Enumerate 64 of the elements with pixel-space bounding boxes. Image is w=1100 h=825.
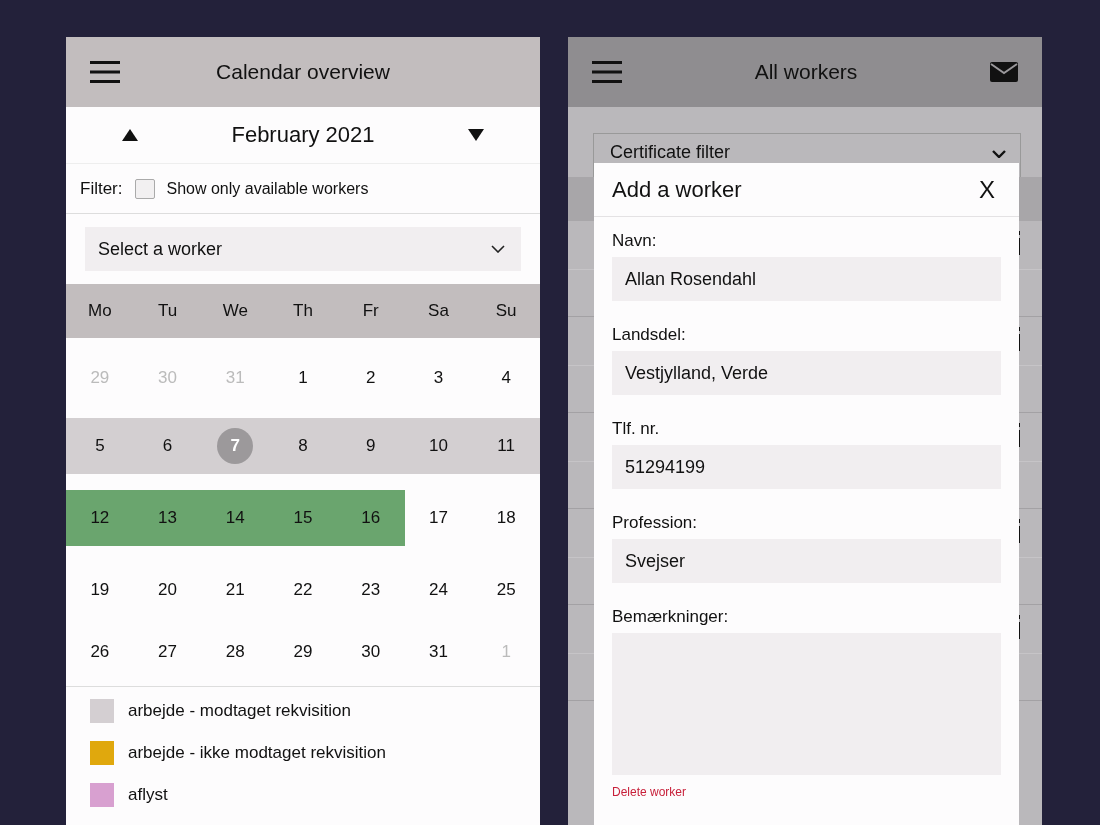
calendar-day[interactable]: 23 xyxy=(336,562,405,618)
calendar-day[interactable]: 11 xyxy=(472,418,540,474)
calendar-day[interactable]: 1 xyxy=(269,338,337,418)
legend-label: arbejde - modtaget rekvisition xyxy=(128,701,351,721)
calendar-day[interactable]: 13 xyxy=(133,490,202,546)
calendar-day[interactable]: 12 xyxy=(66,490,134,546)
calendar-day[interactable]: 5 xyxy=(66,418,134,474)
chevron-down-icon xyxy=(992,150,1006,158)
calendar-day[interactable]: 20 xyxy=(133,562,202,618)
calendar-day[interactable]: 15 xyxy=(269,490,337,546)
calendar-day[interactable]: 6 xyxy=(133,418,202,474)
mail-icon[interactable] xyxy=(990,62,1018,82)
input-field[interactable]: Vestjylland, Verde xyxy=(612,351,1001,395)
calendar-day[interactable]: 4 xyxy=(472,338,540,418)
calendar-day[interactable]: 29 xyxy=(269,618,337,686)
calendar-day[interactable]: 31 xyxy=(404,618,473,686)
calendar-day[interactable]: 2 xyxy=(336,338,405,418)
filter-label: Filter: xyxy=(80,178,123,199)
weekday-label: Tu xyxy=(156,301,179,321)
calendar-day[interactable]: 8 xyxy=(269,418,337,474)
calendar-day[interactable]: 27 xyxy=(133,618,202,686)
field-label: Landsdel: xyxy=(612,325,687,345)
field-label: Navn: xyxy=(612,231,658,251)
weekday-label: We xyxy=(221,301,249,321)
calendar-day[interactable]: 10 xyxy=(404,418,473,474)
calendar-day[interactable]: 18 xyxy=(472,490,540,546)
calendar-day[interactable]: 19 xyxy=(66,562,134,618)
menu-icon[interactable] xyxy=(592,61,622,83)
field-label: Bemærkninger: xyxy=(612,607,730,627)
calendar-day[interactable]: 25 xyxy=(472,562,540,618)
calendar-day[interactable]: 24 xyxy=(404,562,473,618)
calendar-day[interactable]: 16 xyxy=(336,490,405,546)
calendar-day[interactable]: 3 xyxy=(404,338,473,418)
previous-month-icon[interactable] xyxy=(122,129,138,141)
next-month-icon[interactable] xyxy=(468,129,484,141)
calendar-day[interactable]: 9 xyxy=(336,418,405,474)
weekday-label: Mo xyxy=(87,301,113,321)
input-field[interactable]: Allan Rosendahl xyxy=(612,257,1001,301)
screen-title: All workers xyxy=(753,60,859,84)
weekday-label: Sa xyxy=(427,301,450,321)
weekday-label: Su xyxy=(494,301,518,321)
month-title: February 2021 xyxy=(231,122,375,148)
chevron-down-icon xyxy=(491,245,505,253)
calendar-day[interactable]: 21 xyxy=(201,562,270,618)
field-label: Profession: xyxy=(612,513,699,533)
available-checkbox[interactable] xyxy=(134,178,155,199)
screen-title: Calendar overview xyxy=(215,60,391,84)
input-field[interactable]: Svejser xyxy=(612,539,1001,583)
checkbox-label: Show only available workers xyxy=(166,179,369,198)
calendar-day[interactable]: 22 xyxy=(269,562,337,618)
delete-link[interactable]: Delete worker xyxy=(612,785,687,799)
weekday-label: Th xyxy=(292,301,314,321)
calendar-day[interactable]: 17 xyxy=(404,490,473,546)
weekday-label: Fr xyxy=(361,301,380,321)
calendar-day[interactable]: 14 xyxy=(201,490,270,546)
legend-label: aflyst xyxy=(128,785,168,805)
worker-select[interactable]: Select a worker xyxy=(85,227,521,271)
calendar-day[interactable]: 26 xyxy=(66,618,134,686)
field-label: Tlf. nr. xyxy=(612,419,661,439)
menu-icon[interactable] xyxy=(90,61,120,83)
input-field[interactable]: 51294199 xyxy=(612,445,1001,489)
calendar-day[interactable]: 28 xyxy=(201,618,270,686)
legend-label: arbejde - ikke modtaget rekvisition xyxy=(128,743,386,763)
calendar-day[interactable]: 30 xyxy=(336,618,405,686)
